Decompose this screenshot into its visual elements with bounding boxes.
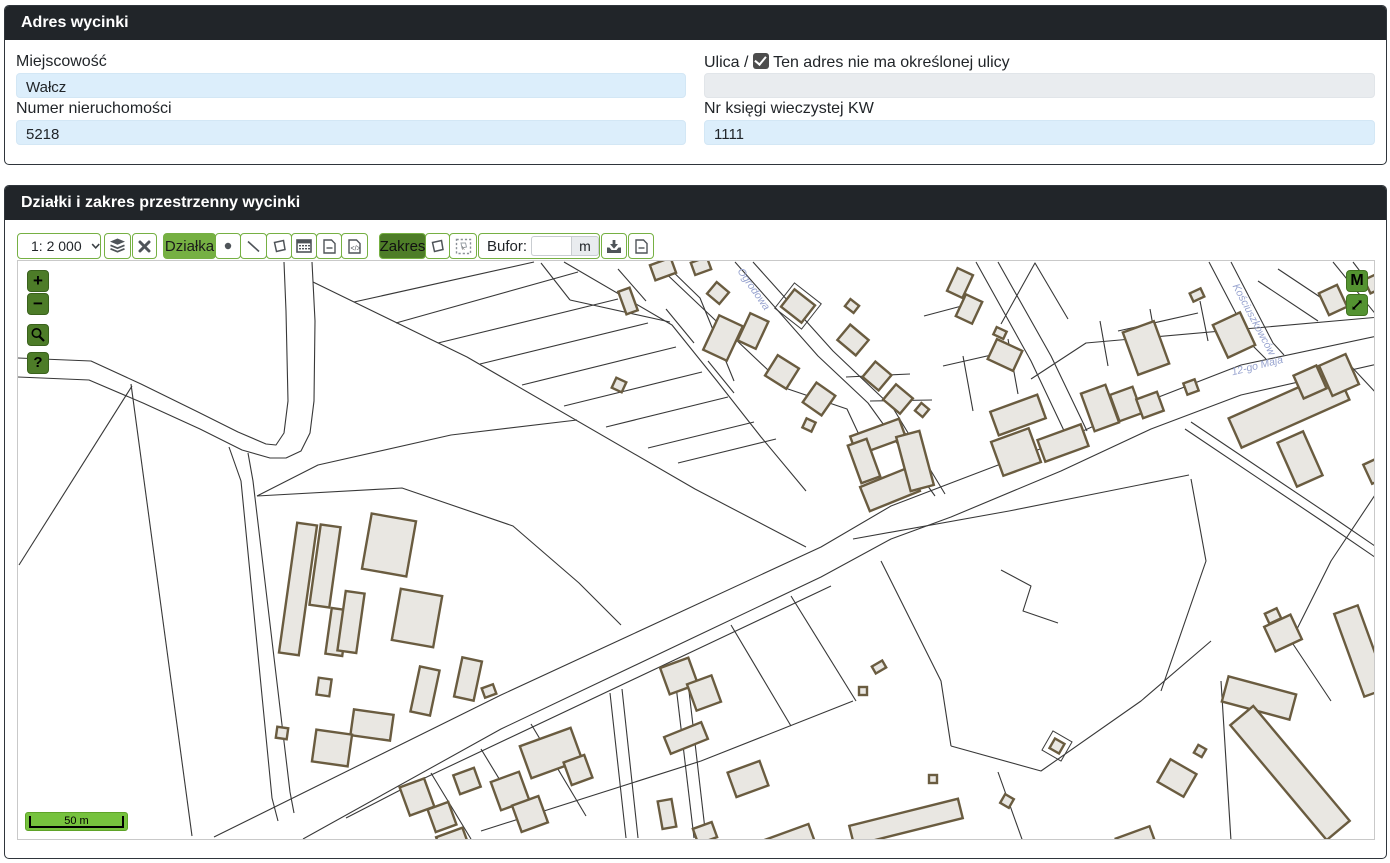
svg-text:</>: </> xyxy=(351,245,361,252)
svg-text:k: k xyxy=(462,246,465,252)
svg-text:12-go Maja: 12-go Maja xyxy=(1230,354,1284,378)
svg-text:Ogrodowa: Ogrodowa xyxy=(735,266,773,313)
